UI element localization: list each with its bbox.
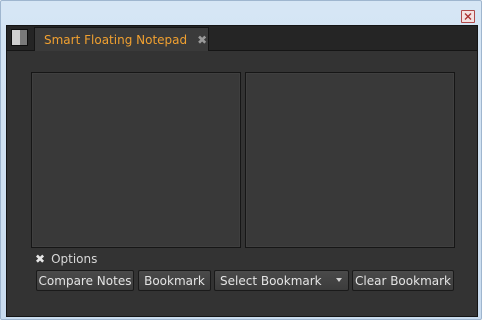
notes-text-area-right[interactable]	[245, 72, 455, 248]
tab-smart-floating-notepad[interactable]: Smart Floating Notepad ✖	[34, 27, 209, 51]
notepad-app: Smart Floating Notepad ✖ ✖ Options Compa…	[6, 25, 478, 317]
options-collapse-icon[interactable]: ✖	[35, 252, 45, 266]
options-toggle[interactable]: ✖ Options	[35, 251, 97, 267]
notes-text-area-left[interactable]	[31, 72, 241, 248]
chevron-down-icon	[336, 278, 342, 282]
clear-bookmark-button[interactable]: Clear Bookmark	[352, 270, 454, 291]
window-frame: Smart Floating Notepad ✖ ✖ Options Compa…	[0, 0, 482, 320]
tab-bar: Smart Floating Notepad ✖	[7, 26, 477, 51]
compare-notes-button[interactable]: Compare Notes	[36, 270, 134, 291]
pane-menu-icon[interactable]	[11, 29, 28, 46]
tab-title: Smart Floating Notepad	[44, 32, 188, 47]
notepad-content: ✖ Options Compare Notes Bookmark Select …	[7, 51, 477, 316]
tab-close-icon[interactable]: ✖	[197, 33, 207, 47]
window-close-button[interactable]	[461, 10, 475, 23]
close-icon	[464, 13, 472, 20]
options-label: Options	[51, 252, 98, 266]
select-bookmark-dropdown[interactable]: Select Bookmark	[214, 270, 349, 291]
select-bookmark-label: Select Bookmark	[220, 273, 322, 288]
bookmark-button[interactable]: Bookmark	[138, 270, 211, 291]
